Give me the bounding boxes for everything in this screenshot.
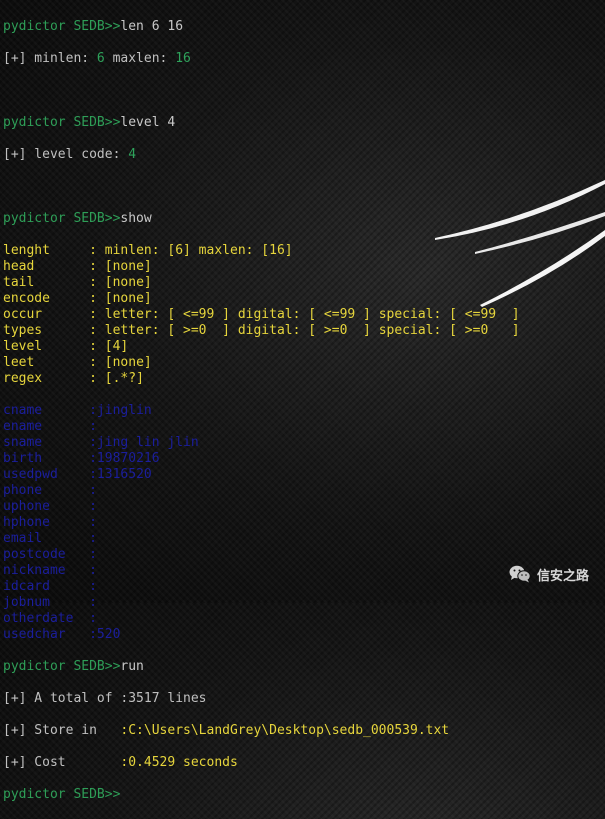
- show-row: jobnum :: [3, 595, 603, 611]
- show-key: level: [3, 339, 74, 354]
- show-key: birth: [3, 451, 74, 466]
- show-row: email :: [3, 531, 603, 547]
- show-profile-block: cname :jinglin ename : sname :jing lin jli…: [3, 403, 603, 643]
- show-value: :jinglin: [89, 403, 152, 418]
- prompt-line: pydictor SEDB>>len 6 16: [3, 19, 603, 35]
- show-value: [none]: [104, 259, 152, 274]
- show-key: nickname: [3, 563, 74, 578]
- show-value: [none]: [104, 355, 152, 370]
- show-row: leet : [none]: [3, 355, 152, 370]
- show-row: lenght : minlen: [6] maxlen: [16]: [3, 243, 293, 258]
- show-key: types: [3, 323, 74, 338]
- show-key: regex: [3, 371, 74, 386]
- show-config-block: lenght : minlen: [6] maxlen: [16] head : …: [3, 243, 603, 387]
- show-key: uphone: [3, 499, 74, 514]
- show-key: phone: [3, 483, 74, 498]
- wechat-icon: [509, 565, 531, 583]
- show-key: email: [3, 531, 74, 546]
- show-value: letter: [ >=0 ] digital: [ >=0 ] special…: [104, 323, 520, 338]
- show-row: ename :: [3, 419, 603, 435]
- show-value: :19870216: [89, 451, 160, 466]
- show-row: types : letter: [ >=0 ] digital: [ >=0 ]…: [3, 323, 520, 338]
- prompt: pydictor SEDB>>: [3, 211, 121, 226]
- show-key: sname: [3, 435, 74, 450]
- output-line: [+] minlen: 6 maxlen: 16: [3, 51, 191, 66]
- show-value: :520: [89, 627, 121, 642]
- show-value: :jing lin jlin: [89, 435, 199, 450]
- prompt: pydictor SEDB>>: [3, 787, 121, 802]
- output-line: [+] Cost :0.4529 seconds: [3, 755, 238, 770]
- show-row: birth :19870216: [3, 451, 603, 467]
- show-row: occur : letter: [ <=99 ] digital: [ <=99…: [3, 307, 520, 322]
- show-row: otherdate :: [3, 611, 603, 627]
- show-row: tail : [none]: [3, 275, 152, 290]
- show-value: letter: [ <=99 ] digital: [ <=99 ] speci…: [104, 307, 520, 322]
- show-key: head: [3, 259, 74, 274]
- show-value: [4]: [104, 339, 129, 354]
- show-key: cname: [3, 403, 74, 418]
- show-row: phone :: [3, 483, 603, 499]
- show-value: [.*?]: [104, 371, 144, 386]
- command-text: len 6 16: [120, 19, 184, 34]
- show-row: regex : [.*?]: [3, 371, 144, 386]
- show-row: uphone :: [3, 499, 603, 515]
- show-key: idcard: [3, 579, 74, 594]
- show-row: sname :jing lin jlin: [3, 435, 603, 451]
- prompt: pydictor SEDB>>: [3, 19, 121, 34]
- prompt-line: pydictor SEDB>>show: [3, 211, 603, 227]
- prompt: pydictor SEDB>>: [3, 115, 121, 130]
- command-text: run: [120, 659, 144, 674]
- show-value: [none]: [104, 275, 152, 290]
- show-value: :: [89, 515, 97, 530]
- show-row: level : [4]: [3, 339, 129, 354]
- show-key: encode: [3, 291, 74, 306]
- output-line: [+] A total of :3517 lines: [3, 691, 207, 706]
- show-row: head : [none]: [3, 259, 152, 274]
- show-key: hphone: [3, 515, 74, 530]
- show-key: leet: [3, 355, 74, 370]
- show-key: lenght: [3, 243, 74, 258]
- show-row: encode : [none]: [3, 291, 152, 306]
- show-value: [none]: [104, 291, 152, 306]
- show-row: hphone :: [3, 515, 603, 531]
- output-line: [+] level code: 4: [3, 147, 137, 162]
- show-value: :: [89, 483, 97, 498]
- watermark-text: 信安之路: [536, 568, 589, 584]
- show-value: :: [89, 611, 97, 626]
- show-key: otherdate: [3, 611, 74, 626]
- show-row: postcode :: [3, 547, 603, 563]
- show-value: :: [89, 547, 97, 562]
- command-text: level 4: [120, 115, 176, 130]
- show-row: cname :jinglin: [3, 403, 603, 419]
- show-value: :1316520: [89, 467, 152, 482]
- show-value: :: [89, 419, 97, 434]
- prompt-line: pydictor SEDB>>run: [3, 659, 603, 675]
- show-row: usedpwd :1316520: [3, 467, 603, 483]
- watermark: 信安之路: [509, 564, 589, 584]
- show-value: minlen: [6] maxlen: [16]: [104, 243, 293, 258]
- prompt-line: pydictor SEDB>>: [3, 787, 603, 803]
- show-key: occur: [3, 307, 74, 322]
- command-text: show: [120, 211, 152, 226]
- show-key: postcode: [3, 547, 74, 562]
- show-value: :: [89, 563, 97, 578]
- show-key: tail: [3, 275, 74, 290]
- prompt: pydictor SEDB>>: [3, 659, 121, 674]
- show-key: ename: [3, 419, 74, 434]
- terminal[interactable]: pydictor SEDB>>len 6 16 [+] minlen: 6 ma…: [3, 3, 603, 802]
- show-value: :: [89, 531, 97, 546]
- output-line: [+] Store in :C:\Users\LandGrey\Desktop\…: [3, 723, 450, 738]
- show-key: usedchar: [3, 627, 74, 642]
- show-value: :: [89, 499, 97, 514]
- prompt-line: pydictor SEDB>>level 4: [3, 115, 603, 131]
- show-value: :: [89, 579, 97, 594]
- show-key: usedpwd: [3, 467, 74, 482]
- show-row: usedchar :520: [3, 627, 603, 643]
